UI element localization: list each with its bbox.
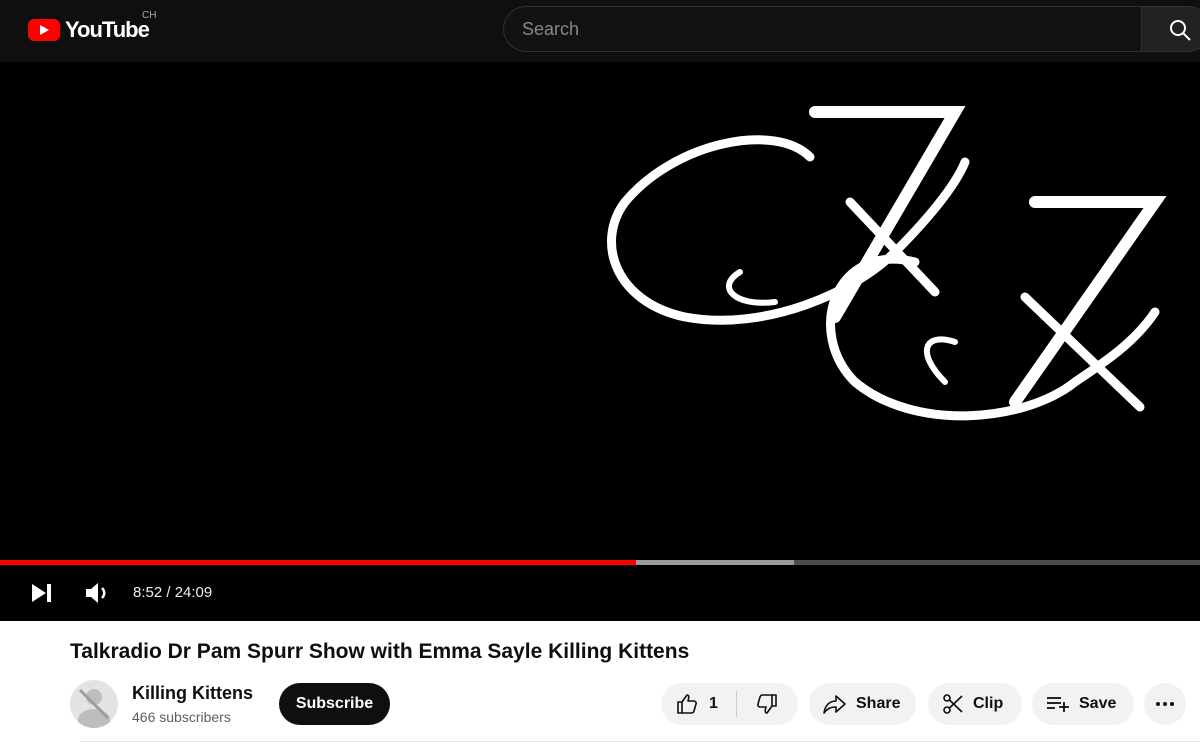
progress-bar[interactable] xyxy=(0,560,1200,565)
youtube-logo[interactable]: YouTube xyxy=(28,17,150,43)
share-arrow-icon xyxy=(823,695,846,714)
save-button[interactable]: Save xyxy=(1032,683,1134,725)
avatar-placeholder-icon xyxy=(78,688,110,728)
subscribe-button[interactable]: Subscribe xyxy=(279,683,390,725)
search-box[interactable] xyxy=(503,6,1179,52)
thumbs-down-icon xyxy=(757,694,777,714)
thumbs-up-icon xyxy=(677,694,697,714)
video-player[interactable]: 8:52 / 24:09 xyxy=(0,62,1200,621)
subscriber-count: 466 subscribers xyxy=(132,709,231,725)
next-button[interactable] xyxy=(28,580,54,611)
kk-monogram-artwork xyxy=(607,106,1167,421)
save-label: Save xyxy=(1079,695,1117,712)
like-button[interactable]: 1 xyxy=(661,683,736,725)
country-code: CH xyxy=(142,10,157,21)
search-input[interactable] xyxy=(504,7,1179,51)
video-title: Talkradio Dr Pam Spurr Show with Emma Sa… xyxy=(70,640,690,663)
time-display: 8:52 / 24:09 xyxy=(133,584,213,601)
more-actions-button[interactable] xyxy=(1144,683,1186,725)
dislike-button[interactable] xyxy=(737,683,797,725)
skip-next-icon xyxy=(32,584,51,602)
search-button[interactable] xyxy=(1141,6,1200,52)
more-horizontal-icon xyxy=(1156,702,1174,706)
like-count: 1 xyxy=(709,695,718,712)
top-bar: YouTube CH xyxy=(0,0,1200,62)
search-icon xyxy=(1170,20,1191,41)
volume-button[interactable] xyxy=(83,580,111,611)
progress-played xyxy=(0,560,636,565)
clip-label: Clip xyxy=(973,695,1004,712)
share-button[interactable]: Share xyxy=(809,683,916,725)
playlist-add-icon xyxy=(1047,697,1069,712)
like-dislike-group: 1 xyxy=(661,683,798,725)
channel-name[interactable]: Killing Kittens xyxy=(132,683,253,704)
scissors-icon xyxy=(943,694,963,714)
description-divider xyxy=(80,741,1200,742)
volume-icon xyxy=(86,583,106,603)
youtube-logo-icon xyxy=(28,19,60,41)
logo-text: YouTube xyxy=(65,17,150,42)
channel-avatar[interactable] xyxy=(70,680,118,728)
share-label: Share xyxy=(856,695,901,712)
clip-button[interactable]: Clip xyxy=(928,683,1022,725)
